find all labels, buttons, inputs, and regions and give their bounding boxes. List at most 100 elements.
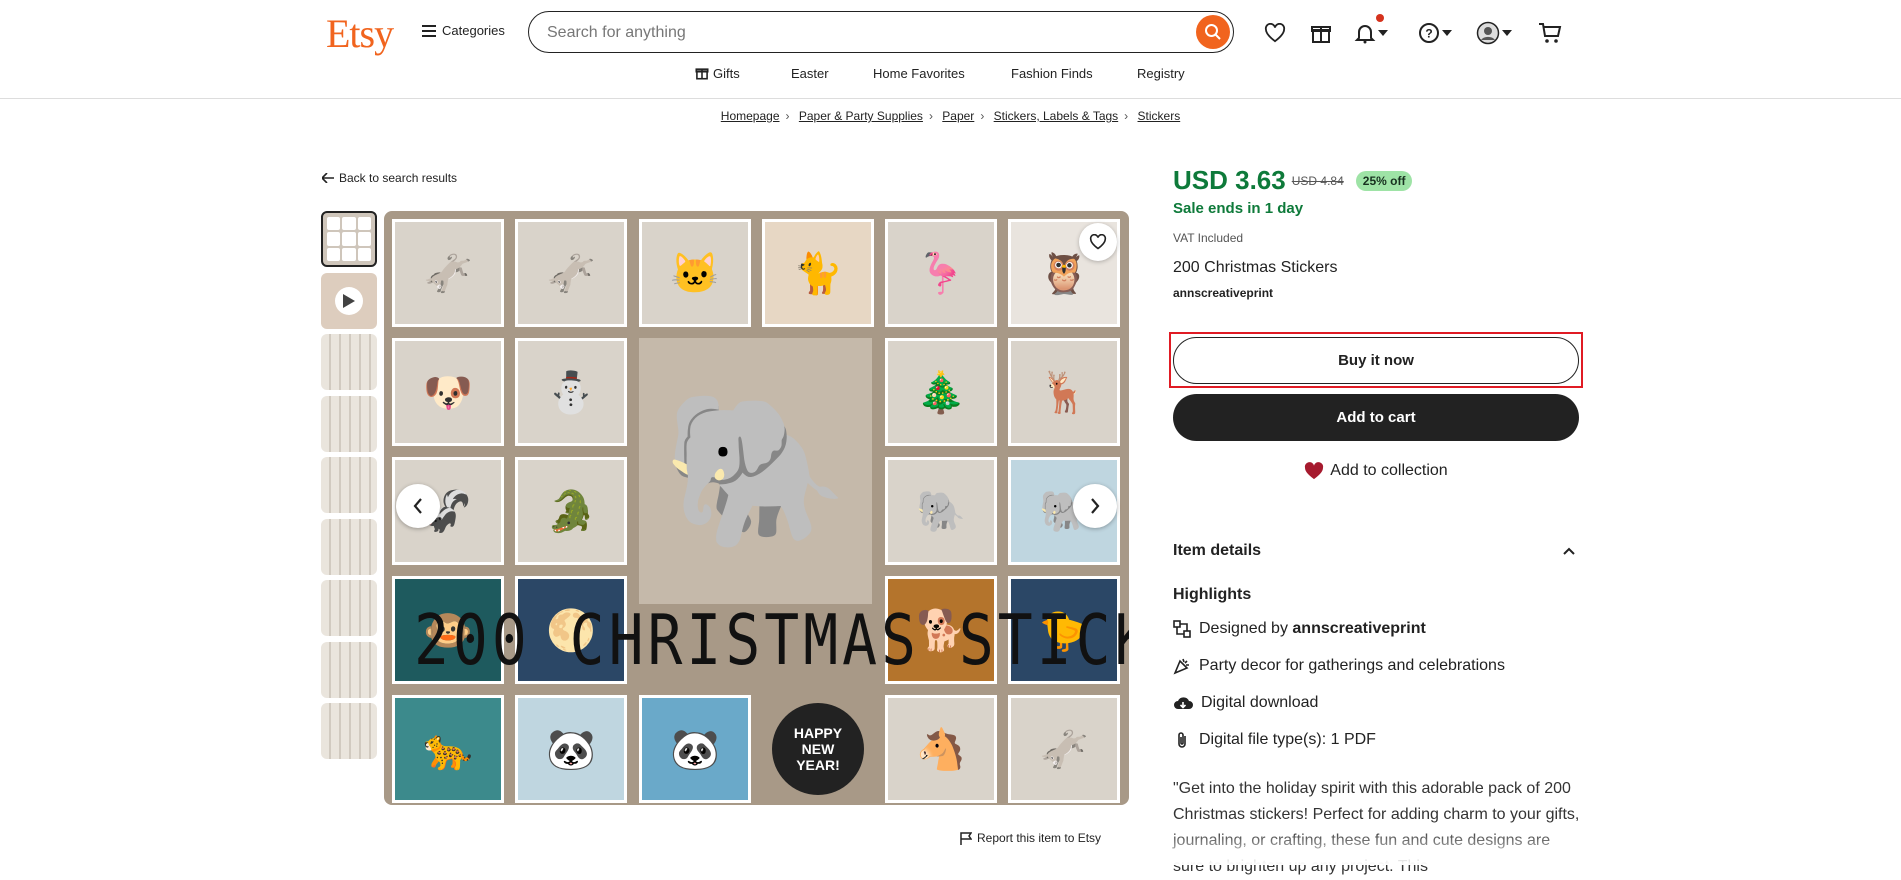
main-product-image: 🫏 🫏 🐱 🐈 🦩 🦉 🐶 ⛄ 🐘 🎄 🦌 🦨 🐊 🐘 🐘 🐵 🌕 🐕 🐤 🐆 …: [384, 211, 1129, 805]
help-icon: ?: [1419, 23, 1439, 43]
highlight-digital-download: Digital download: [1173, 694, 1318, 712]
item-details-heading: Item details: [1173, 542, 1262, 559]
sub-navigation: Gifts Easter Home Favorites Fashion Find…: [0, 66, 1901, 86]
breadcrumb: Homepage › Paper & Party Supplies › Paper ›…: [0, 109, 1901, 123]
sticker-panda: 🐼: [639, 695, 751, 803]
sticker-kitten: 🐱: [639, 219, 751, 327]
highlight-party-decor: Party decor for gatherings and celebrati…: [1173, 657, 1505, 675]
sticker-reindeer: 🦌: [1008, 338, 1120, 446]
discount-badge: 25% off: [1355, 170, 1413, 191]
account-button[interactable]: [1476, 19, 1512, 47]
heart-icon: [1089, 234, 1107, 250]
sticker-donkey: 🫏: [392, 219, 504, 327]
help-button[interactable]: ?: [1418, 19, 1452, 47]
chevron-down-icon: [1502, 30, 1512, 36]
subnav-fashion-finds[interactable]: Fashion Finds: [1011, 66, 1093, 81]
thumbnail[interactable]: [321, 703, 377, 759]
avatar-icon: [1476, 21, 1500, 45]
chevron-down-icon: [1442, 30, 1452, 36]
chevron-up-icon: [1563, 547, 1575, 555]
breadcrumb-homepage[interactable]: Homepage: [721, 109, 780, 123]
sticker-puppy: 🐶: [392, 338, 504, 446]
back-link-label: Back to search results: [339, 171, 458, 185]
highlight-designed-by: Designed by annscreativeprint: [1173, 620, 1426, 638]
gift-button[interactable]: [1310, 19, 1332, 47]
arrow-left-icon: [322, 173, 334, 183]
current-price: USD 3.63: [1173, 165, 1286, 195]
add-to-cart-button[interactable]: Add to cart: [1173, 394, 1579, 441]
item-details-toggle[interactable]: Item details: [1173, 542, 1579, 560]
sticker-donkey: 🫏: [515, 219, 627, 327]
sticker-elephant: 🐘: [885, 457, 997, 565]
menu-icon: [422, 24, 436, 37]
thumbnail[interactable]: [321, 211, 377, 267]
chevron-left-icon: [413, 498, 422, 514]
party-decor-text: Party decor for gatherings and celebrati…: [1199, 657, 1505, 674]
cloud-download-icon: [1174, 697, 1193, 709]
search-bar: [528, 11, 1234, 53]
notification-dot: [1376, 14, 1384, 22]
sale-ends-text: Sale ends in 1 day: [1173, 200, 1304, 217]
breadcrumb-paper-party[interactable]: Paper & Party Supplies: [799, 109, 923, 123]
categories-button[interactable]: Categories: [422, 23, 505, 38]
sticker-horse: 🐴: [885, 695, 997, 803]
subnav-gifts[interactable]: Gifts: [695, 66, 740, 81]
add-to-collection-label: Add to collection: [1330, 462, 1448, 479]
designer-link[interactable]: annscreativeprint: [1292, 620, 1425, 637]
sticker-donkey: 🫏: [1008, 695, 1120, 803]
thumbnail[interactable]: [321, 518, 377, 575]
thumbnail[interactable]: [321, 641, 377, 698]
back-to-search-link[interactable]: Back to search results: [322, 171, 457, 185]
subnav-easter[interactable]: Easter: [791, 66, 829, 81]
etsy-logo[interactable]: Etsy: [326, 10, 394, 57]
search-button[interactable]: [1196, 15, 1230, 49]
sticker-ostrich: 🦩: [885, 219, 997, 327]
svg-text:?: ?: [1425, 27, 1432, 41]
site-header: Etsy Categories ? Gifts Easter Home Favo…: [0, 0, 1901, 99]
shop-name-link[interactable]: annscreativeprint: [1173, 286, 1579, 300]
subnav-home-favorites[interactable]: Home Favorites: [873, 66, 965, 81]
heart-icon: [1264, 23, 1286, 43]
sticker-kitten-tree: 🐈: [762, 219, 874, 327]
subnav-registry[interactable]: Registry: [1137, 66, 1185, 81]
highlight-file-types: Digital file type(s): 1 PDF: [1173, 731, 1376, 749]
paperclip-icon: [1178, 732, 1186, 748]
notifications-button[interactable]: [1354, 19, 1388, 47]
sticker-elephant-main: 🐘: [639, 338, 872, 604]
digital-download-text: Digital download: [1201, 694, 1319, 711]
thumbnail[interactable]: [321, 334, 377, 390]
sticker-leopard: 🐆: [392, 695, 504, 803]
bell-icon: [1354, 25, 1376, 44]
thumbnail[interactable]: [321, 457, 377, 513]
thumbnail-strip: [321, 211, 379, 765]
chevron-right-icon: [1091, 498, 1100, 514]
heart-icon: [1305, 462, 1324, 480]
favorites-button[interactable]: [1264, 19, 1286, 47]
add-to-collection-button[interactable]: Add to collection: [1173, 462, 1579, 480]
cart-button[interactable]: [1538, 19, 1562, 47]
description-fade: [1173, 830, 1583, 865]
price-row: USD 3.63 USD 4.84 25% off: [1173, 165, 1579, 196]
favorite-button[interactable]: [1079, 223, 1117, 261]
file-types-text: Digital file type(s): 1 PDF: [1199, 731, 1376, 748]
categories-label: Categories: [442, 23, 505, 38]
breadcrumb-separator: ›: [785, 109, 790, 123]
flag-icon: [960, 831, 972, 845]
product-info: USD 3.63 USD 4.84 25% off Sale ends in 1…: [1173, 165, 1579, 300]
cart-icon: [1539, 23, 1562, 43]
sticker-snowman: ⛄: [515, 338, 627, 446]
image-overlay-title: 200 CHRISTMAS STICKERS: [414, 599, 1129, 681]
breadcrumb-stickers-labels-tags[interactable]: Stickers, Labels & Tags: [994, 109, 1119, 123]
next-image-button[interactable]: [1073, 484, 1117, 528]
thumbnail[interactable]: [321, 395, 377, 452]
search-icon: [1205, 24, 1221, 40]
thumbnail[interactable]: [321, 580, 377, 636]
breadcrumb-stickers[interactable]: Stickers: [1138, 109, 1181, 123]
search-input[interactable]: [545, 20, 1149, 46]
report-item-link[interactable]: Report this item to Etsy: [960, 831, 1101, 845]
video-thumbnail[interactable]: [321, 272, 377, 329]
previous-image-button[interactable]: [396, 484, 440, 528]
breadcrumb-paper[interactable]: Paper: [942, 109, 974, 123]
buy-it-now-button[interactable]: Buy it now: [1173, 337, 1579, 384]
sticker-christmas-tree: 🎄: [885, 338, 997, 446]
